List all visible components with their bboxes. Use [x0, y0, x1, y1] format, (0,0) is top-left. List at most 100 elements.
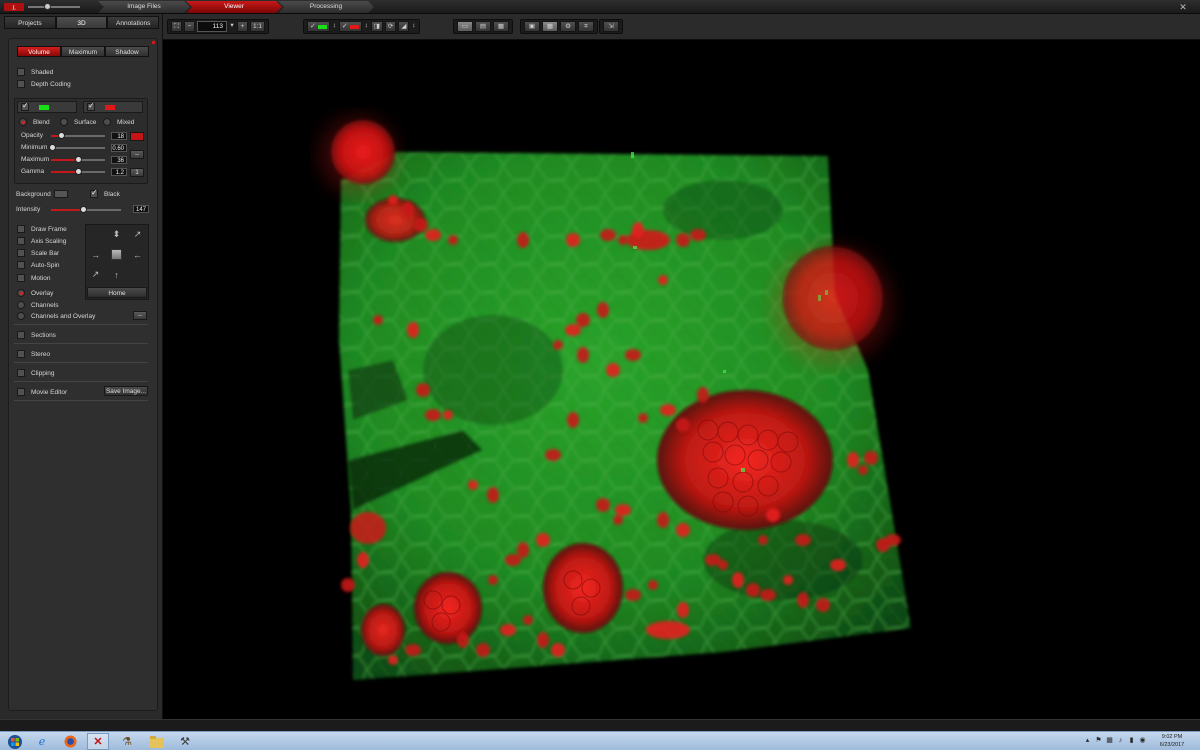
leica-app-icon[interactable]: ✕: [87, 733, 109, 750]
clipping-checkbox[interactable]: [17, 369, 25, 377]
channel-1-color-swatch[interactable]: [39, 104, 49, 110]
export-icon[interactable]: ⇲: [603, 21, 619, 32]
auto-spin-option[interactable]: Auto-Spin: [17, 260, 60, 270]
home-button[interactable]: Home: [87, 287, 147, 298]
axis-scaling-option[interactable]: Axis Scaling: [17, 236, 66, 246]
depth-coding-checkbox[interactable]: [17, 80, 25, 88]
zoom-value-field[interactable]: 113: [197, 21, 227, 32]
overlay-option[interactable]: Overlay: [17, 288, 53, 298]
zoom-dropdown-icon[interactable]: ▾: [229, 21, 235, 32]
green-channel-toggle[interactable]: ✓: [307, 21, 330, 32]
motion-checkbox[interactable]: [17, 274, 25, 282]
pan-right-arrow-icon[interactable]: ←: [128, 245, 147, 264]
fit-to-window-icon[interactable]: ⛶: [171, 21, 182, 32]
channel-2-checkbox[interactable]: [87, 101, 95, 111]
sections-option[interactable]: Sections: [17, 330, 56, 340]
auto-spin-checkbox[interactable]: [17, 261, 25, 269]
microscope-app-icon[interactable]: ⚒: [174, 733, 196, 750]
crop-icon[interactable]: ⌗: [578, 21, 594, 32]
start-button-icon[interactable]: [4, 733, 26, 750]
opacity-slider-knob[interactable]: [57, 131, 65, 139]
stereo-option[interactable]: Stereo: [17, 349, 50, 359]
shaded-checkbox[interactable]: [17, 68, 25, 76]
single-view-icon[interactable]: ▭: [457, 21, 473, 32]
opacity-value[interactable]: 18: [111, 132, 127, 140]
network-icon[interactable]: ▦: [1106, 736, 1113, 745]
channel-2-color-swatch[interactable]: [105, 104, 115, 110]
shaded-option[interactable]: Shaded: [17, 67, 53, 77]
maximum-slider-knob[interactable]: [75, 155, 82, 163]
minimum-slider[interactable]: [49, 143, 105, 151]
green-channel-dropdown-icon[interactable]: ↕: [332, 21, 337, 32]
top-zoom-slider[interactable]: [28, 6, 80, 8]
opacity-slider[interactable]: [51, 131, 105, 139]
black-checkbox[interactable]: [90, 188, 98, 198]
range-reset-button[interactable]: --: [130, 150, 144, 159]
minimum-value[interactable]: 0.60: [111, 144, 127, 152]
red-channel-toggle[interactable]: ✓: [338, 21, 362, 32]
blend-option[interactable]: Blend: [19, 117, 50, 127]
gamma-reset-button[interactable]: 1: [130, 168, 144, 177]
system-clock[interactable]: 9:02 PM 6/23/2017: [1152, 733, 1192, 749]
tab-image-files[interactable]: Image Files: [98, 1, 190, 13]
lut-icon[interactable]: ◨: [370, 21, 383, 32]
intensity-slider-knob[interactable]: [79, 205, 87, 213]
background-color-button[interactable]: [54, 190, 68, 198]
channels-and-overlay-option[interactable]: Channels and Overlay: [17, 311, 95, 321]
zoom-one-to-one-button[interactable]: 1:1: [250, 21, 266, 32]
split-view-icon[interactable]: ▤: [475, 21, 491, 32]
channel-1-checkbox[interactable]: [21, 101, 29, 111]
firefox-icon[interactable]: [59, 733, 81, 750]
blend-radio[interactable]: [19, 118, 27, 126]
axis-scaling-checkbox[interactable]: [17, 237, 25, 245]
sections-checkbox[interactable]: [17, 331, 25, 339]
channels-and-overlay-radio[interactable]: [17, 312, 25, 320]
overlay-settings-button[interactable]: --: [133, 311, 147, 320]
flag-icon[interactable]: ⚑: [1095, 736, 1102, 745]
surface-radio[interactable]: [60, 118, 68, 126]
refresh-icon[interactable]: ⟳: [384, 21, 397, 32]
microscope-icon[interactable]: ⚗: [116, 733, 138, 750]
mixed-option[interactable]: Mixed: [103, 117, 134, 127]
channel-2-selector[interactable]: [83, 101, 143, 113]
scale-bar-option[interactable]: Scale Bar: [17, 248, 59, 258]
depth-coding-option[interactable]: Depth Coding: [17, 79, 71, 89]
channels-radio[interactable]: [17, 301, 25, 309]
power-icon[interactable]: ▮: [1128, 736, 1135, 745]
tab-volume[interactable]: Volume: [17, 46, 61, 57]
top-zoom-slider-knob[interactable]: [44, 3, 51, 10]
movie-editor-option[interactable]: Movie Editor: [17, 387, 67, 397]
tab-3d[interactable]: 3D: [55, 16, 108, 29]
rotate-diagonal-icon[interactable]: ↗: [128, 225, 147, 244]
clipping-option[interactable]: Clipping: [17, 368, 55, 378]
intensity-value[interactable]: 147: [133, 205, 149, 213]
frame-icon[interactable]: ▣: [524, 21, 540, 32]
scale-bar-checkbox[interactable]: [17, 249, 25, 257]
channels-option[interactable]: Channels: [17, 300, 58, 310]
tab-viewer[interactable]: Viewer: [186, 1, 282, 13]
gamma-slider[interactable]: [51, 167, 105, 175]
show-hidden-icon[interactable]: ▴: [1084, 736, 1091, 745]
red-channel-dropdown-icon[interactable]: ↕: [364, 21, 369, 32]
security-icon[interactable]: ◉: [1139, 736, 1146, 745]
file-explorer-icon[interactable]: [146, 733, 168, 750]
zoom-out-button[interactable]: −: [184, 21, 195, 32]
tab-maximum[interactable]: Maximum: [61, 46, 105, 57]
center-cube-icon[interactable]: [107, 245, 126, 264]
rotate-diagonal-down-icon[interactable]: ↗: [86, 265, 105, 284]
zoom-in-button[interactable]: +: [237, 21, 248, 32]
maximum-slider[interactable]: [51, 155, 105, 163]
draw-frame-checkbox[interactable]: [17, 225, 25, 233]
gamma-slider-knob[interactable]: [75, 167, 82, 175]
intensity-slider[interactable]: [51, 205, 121, 213]
movie-editor-checkbox[interactable]: [17, 388, 25, 396]
close-icon[interactable]: ✕: [1178, 2, 1188, 12]
internet-explorer-icon[interactable]: ℯ: [31, 733, 53, 750]
gear-icon[interactable]: ⚙: [560, 21, 576, 32]
pan-left-arrow-icon[interactable]: →: [86, 245, 105, 264]
tab-processing[interactable]: Processing: [278, 1, 374, 13]
motion-option[interactable]: Motion: [17, 273, 51, 283]
tab-projects[interactable]: Projects: [4, 16, 56, 29]
3d-view-icon[interactable]: ▦: [542, 21, 558, 32]
minimum-slider-knob[interactable]: [49, 143, 57, 151]
